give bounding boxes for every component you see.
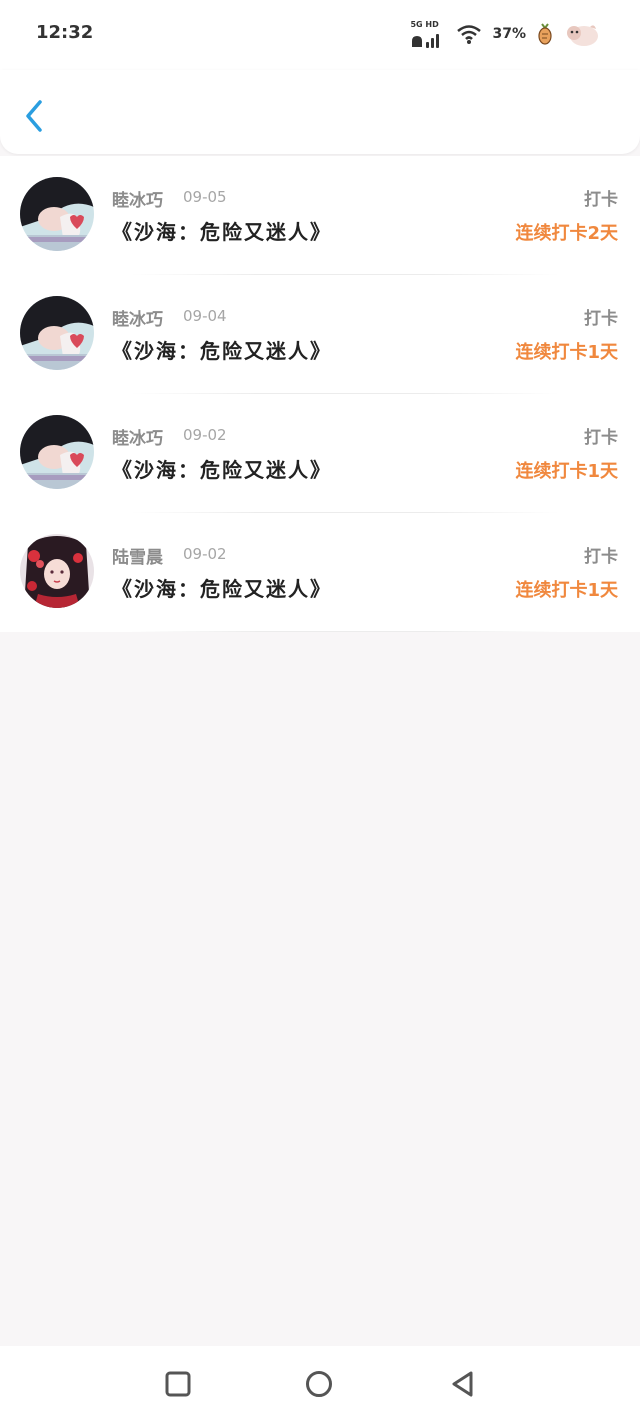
checkin-list: 睦冰巧 09-05 《沙海：危险又迷人》 打卡 连续打卡2天 睦冰巧 09-04…: [0, 156, 640, 632]
network-label: 5G HD: [410, 20, 439, 29]
battery-level: 37%: [492, 26, 526, 42]
list-item[interactable]: 睦冰巧 09-05 《沙海：危险又迷人》 打卡 连续打卡2天: [0, 156, 640, 275]
list-item[interactable]: 陆雪晨 09-02 《沙海：危险又迷人》 打卡 连续打卡1天: [0, 513, 640, 632]
book-title[interactable]: 《沙海：危险又迷人》: [112, 335, 332, 364]
avatar[interactable]: [20, 534, 94, 608]
pet-icon: [567, 25, 598, 46]
triangle-back-icon: [452, 1371, 473, 1397]
status-bar: 12:32 5G HD 37%: [0, 0, 640, 70]
checkin-type: 打卡: [584, 428, 618, 448]
divider: [130, 631, 560, 632]
list-item[interactable]: 睦冰巧 09-02 《沙海：危险又迷人》 打卡 连续打卡1天: [0, 394, 640, 513]
user-name: 陆雪晨: [112, 548, 163, 568]
recent-apps-button[interactable]: [164, 1370, 192, 1398]
checkin-date: 09-04: [183, 307, 227, 325]
streak-label: 连续打卡1天: [515, 461, 618, 482]
checkin-type: 打卡: [584, 190, 618, 210]
checkin-date: 09-02: [183, 426, 227, 444]
back-button[interactable]: [18, 96, 50, 136]
status-time: 12:32: [36, 22, 94, 43]
book-title[interactable]: 《沙海：危险又迷人》: [112, 573, 332, 602]
avatar[interactable]: [20, 296, 94, 370]
checkin-type: 打卡: [584, 547, 618, 567]
book-title[interactable]: 《沙海：危险又迷人》: [112, 216, 332, 245]
list-item[interactable]: 睦冰巧 09-04 《沙海：危险又迷人》 打卡 连续打卡1天: [0, 275, 640, 394]
header-bar: [0, 70, 640, 154]
wifi-icon: [457, 25, 482, 44]
carrot-icon: [538, 23, 552, 45]
streak-label: 连续打卡2天: [515, 223, 618, 244]
avatar[interactable]: [20, 177, 94, 251]
circle-icon: [306, 1371, 332, 1397]
streak-label: 连续打卡1天: [515, 580, 618, 601]
chevron-left-icon: [26, 100, 42, 132]
checkin-date: 09-05: [183, 188, 227, 206]
system-nav-bar: [0, 1346, 640, 1422]
checkin-date: 09-02: [183, 545, 227, 563]
square-icon: [165, 1371, 191, 1397]
book-title[interactable]: 《沙海：危险又迷人》: [112, 454, 332, 483]
streak-label: 连续打卡1天: [515, 342, 618, 363]
home-button[interactable]: [305, 1370, 333, 1398]
checkin-type: 打卡: [584, 309, 618, 329]
user-name: 睦冰巧: [112, 310, 163, 330]
user-name: 睦冰巧: [112, 429, 163, 449]
cellular-signal-icon: 5G HD: [410, 20, 446, 48]
avatar[interactable]: [20, 415, 94, 489]
user-name: 睦冰巧: [112, 191, 163, 211]
status-indicators: 5G HD 37%: [410, 18, 600, 50]
back-nav-button[interactable]: [449, 1370, 477, 1398]
